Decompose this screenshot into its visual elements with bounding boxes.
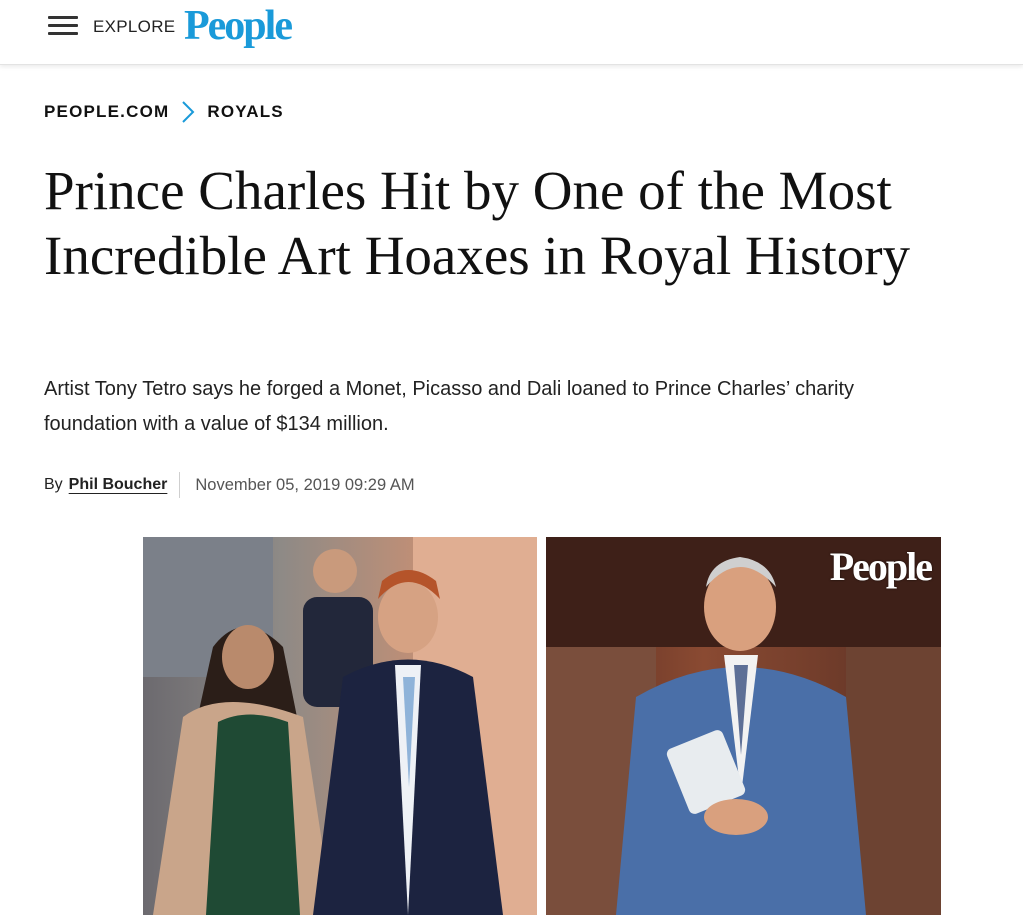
top-navigation-bar: EXPLORE People — [0, 0, 1023, 65]
chevron-right-icon — [182, 101, 195, 123]
byline-prefix: By — [44, 476, 63, 493]
publish-date: November 05, 2019 09:29 AM — [195, 475, 415, 494]
explore-menu-label[interactable]: EXPLORE — [93, 17, 175, 37]
breadcrumb-item-royals[interactable]: ROYALS — [207, 102, 283, 122]
image-divider — [537, 537, 546, 915]
breadcrumb: PEOPLE.COM ROYALS — [44, 101, 284, 123]
people-watermark: People — [829, 544, 933, 589]
article-subheading: Artist Tony Tetro says he forged a Monet… — [44, 378, 855, 435]
meghan-harry-illustration — [143, 537, 537, 915]
breadcrumb-item-people-com[interactable]: PEOPLE.COM — [44, 102, 169, 122]
people-logo[interactable]: People — [184, 0, 293, 52]
hero-image: People — [143, 537, 941, 915]
prince-charles-illustration — [546, 537, 941, 915]
photo-meghan-and-harry — [143, 537, 537, 915]
hamburger-menu-icon[interactable] — [48, 16, 78, 36]
author-link[interactable]: Phil Boucher — [69, 476, 168, 494]
article-headline: Prince Charles Hit by One of the Most In… — [44, 160, 911, 286]
byline: By Phil Boucher November 05, 2019 09:29 … — [44, 472, 415, 498]
byline-divider — [179, 472, 181, 498]
photo-prince-charles: People — [546, 537, 941, 915]
